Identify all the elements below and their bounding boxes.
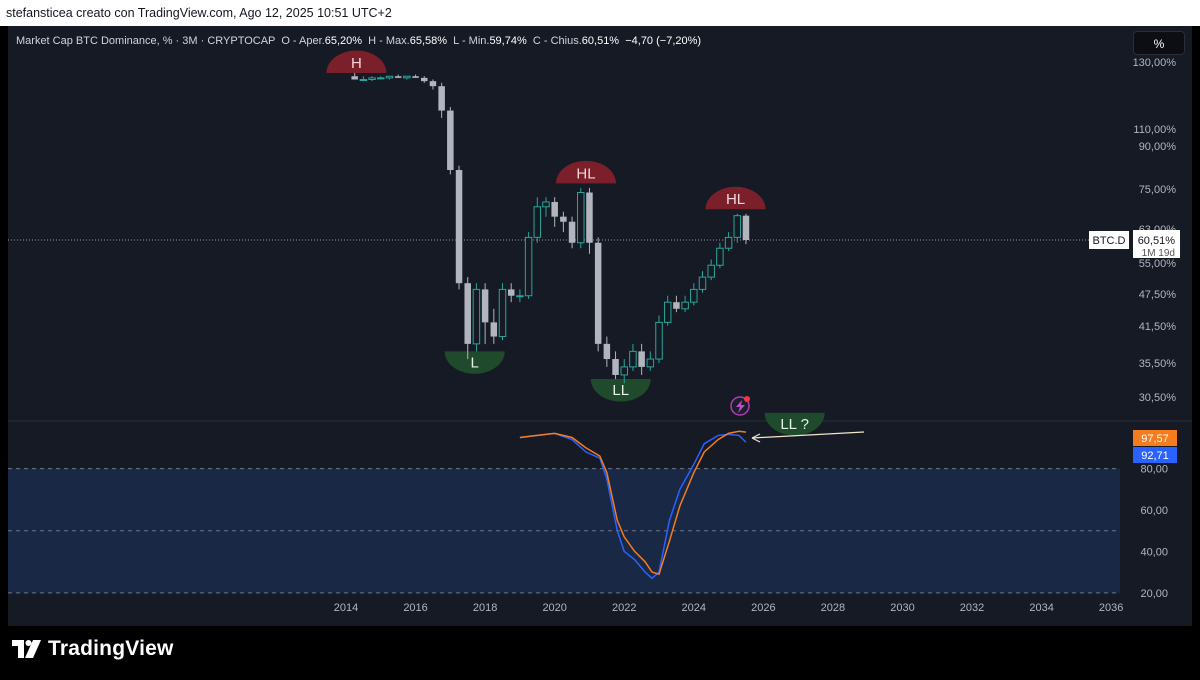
symbol-legend: Market Cap BTC Dominance, % · 3M · CRYPT… [16,35,701,47]
legend-high-label: H - Max. [368,35,410,47]
tradingview-logo[interactable]: TradingView [12,637,174,661]
legend-open-label: O - Aper. [281,35,325,47]
tradingview-logo-text: TradingView [48,637,174,660]
legend-change: −4,70 (−7,20%) [625,35,702,47]
attribution-bar: stefansticea creato con TradingView.com,… [0,0,1200,26]
percent-scale-button[interactable]: % [1133,31,1185,55]
footer [0,626,1200,680]
legend-low-label: L - Min. [453,35,490,47]
legend-low: 59,74% [489,35,527,47]
legend-symbol: Market Cap BTC Dominance, % · 3M · CRYPT… [16,35,276,47]
legend-close-label: C - Chius. [532,35,582,47]
tradingview-logo-icon [12,640,41,658]
chart-panel[interactable] [8,26,1192,626]
legend-open: 65,20% [324,35,363,47]
legend-high: 65,58% [409,35,448,47]
legend-close: 60,51% [581,35,620,47]
